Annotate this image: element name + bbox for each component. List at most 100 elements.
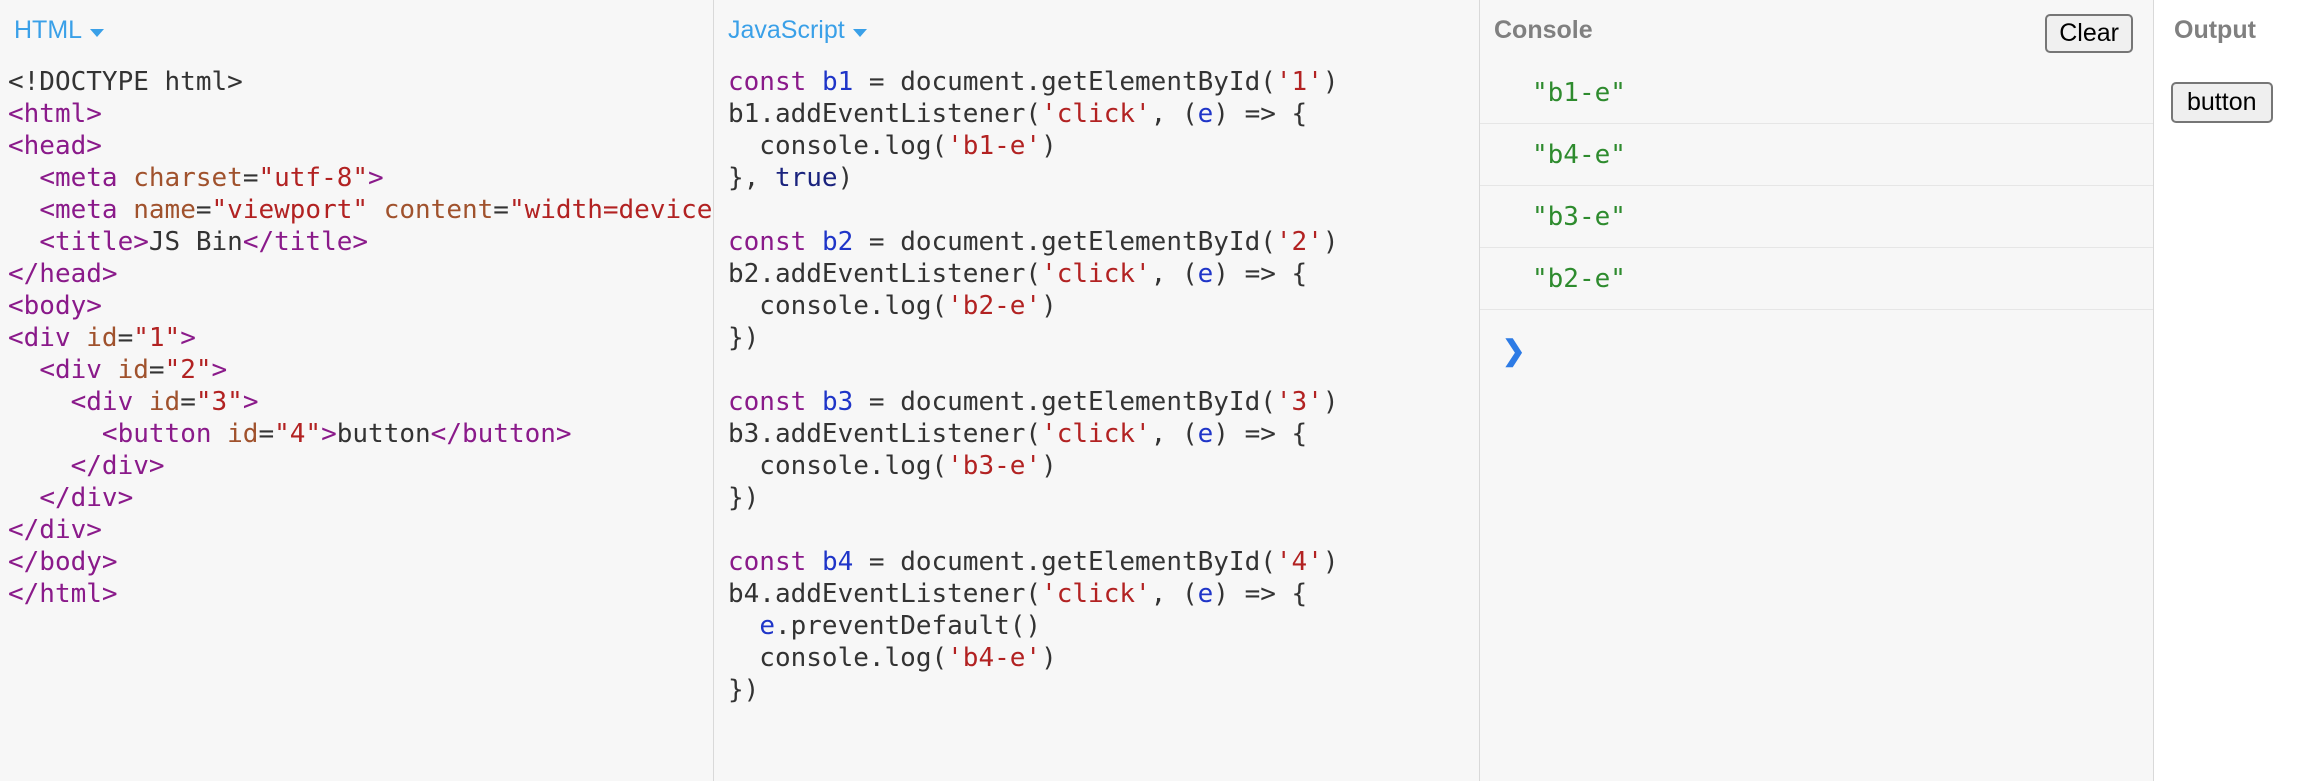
code-token: , ( — [1150, 99, 1198, 129]
code-token: '4' — [1275, 547, 1323, 577]
code-token: b4 — [821, 547, 854, 577]
code-token: console.log( — [728, 291, 948, 321]
javascript-code-editor[interactable]: const b1 = document.getElementById('1') b… — [728, 66, 1339, 706]
code-token: <title> — [39, 227, 149, 257]
code-line: <body> — [8, 290, 713, 322]
code-token: , ( — [1150, 419, 1198, 449]
console-log-entry: "b4-e" — [1480, 124, 2153, 186]
console-log-list: "b1-e" "b4-e" "b3-e" "b2-e" — [1480, 62, 2153, 310]
code-token: }) — [728, 483, 760, 513]
code-token: <html> — [8, 99, 102, 129]
code-token: ) — [1041, 451, 1057, 481]
code-token: = — [258, 419, 275, 449]
console-log-entry: "b1-e" — [1480, 62, 2153, 124]
code-token: JS Bin — [148, 227, 243, 257]
code-token: </body> — [8, 547, 118, 577]
code-token: <div — [8, 323, 87, 353]
code-line: <meta charset="utf-8"> — [8, 162, 713, 194]
code-token: id — [148, 387, 181, 417]
code-line: const b4 = document.getElementById('4') — [728, 546, 1339, 578]
jsbin-app: HTML <!DOCTYPE html> <html> <head> <meta c… — [0, 0, 2303, 781]
code-token: > — [211, 355, 228, 385]
code-token: = — [195, 195, 212, 225]
code-token: console.log( — [728, 643, 948, 673]
output-button[interactable]: button — [2171, 82, 2273, 123]
code-line: <div id="1"> — [8, 322, 713, 354]
code-token: '3' — [1275, 387, 1323, 417]
code-token: </button> — [430, 419, 572, 449]
code-line: <head> — [8, 130, 713, 162]
html-panel-tab[interactable]: HTML — [14, 16, 105, 45]
code-token: ) — [1322, 387, 1339, 417]
code-token: b4.addEventListener( — [728, 579, 1042, 609]
code-token: b1 — [821, 67, 854, 97]
code-token: <meta — [39, 195, 134, 225]
code-token: > — [321, 419, 337, 449]
code-token: <div — [39, 355, 118, 385]
code-token: 'b1-e' — [947, 131, 1042, 161]
code-token: '1' — [1275, 67, 1323, 97]
code-line: console.log('b3-e') — [728, 450, 1339, 482]
code-token: ) — [1041, 131, 1057, 161]
code-token: e — [1197, 419, 1214, 449]
code-token: b2.addEventListener( — [728, 259, 1042, 289]
code-token: '2' — [1275, 227, 1323, 257]
code-line: b3.addEventListener('click', (e) => { — [728, 418, 1339, 450]
code-token: = — [117, 323, 134, 353]
code-token: </html> — [8, 579, 118, 609]
code-token: const — [728, 387, 807, 417]
code-token: </div> — [8, 515, 102, 545]
chevron-down-icon — [90, 28, 105, 37]
code-line: <div id="2"> — [8, 354, 713, 386]
code-token: id — [117, 355, 149, 385]
code-token: ) — [837, 163, 854, 193]
code-token: , ( — [1150, 579, 1198, 609]
html-panel-label: HTML — [14, 16, 83, 44]
chevron-right-icon[interactable]: ❯ — [1502, 334, 1525, 367]
code-token: id — [86, 323, 118, 353]
code-token: 'b2-e' — [947, 291, 1042, 321]
code-token: = — [242, 163, 259, 193]
code-token: ) — [1322, 67, 1339, 97]
code-token: 'b3-e' — [947, 451, 1042, 481]
code-token: e — [1197, 579, 1214, 609]
code-token: <body> — [8, 291, 102, 321]
code-token: "viewport" — [211, 195, 369, 225]
code-token: = document.getElementById( — [853, 67, 1276, 97]
code-line: <title>JS Bin</title> — [8, 226, 713, 258]
code-token: }) — [728, 323, 760, 353]
code-token: <!DOCTYPE html> — [8, 67, 243, 97]
code-line: </div> — [8, 450, 713, 482]
code-token: "1" — [133, 323, 181, 353]
code-token: }, — [728, 163, 775, 193]
console-log-entry: "b2-e" — [1480, 248, 2153, 310]
code-line: console.log('b1-e') — [728, 130, 1339, 162]
code-token: e — [1197, 259, 1214, 289]
code-token: const — [728, 547, 807, 577]
code-line: <meta name="viewport" content="width=dev… — [8, 194, 713, 226]
code-token: > — [180, 323, 196, 353]
code-token: e — [1197, 99, 1214, 129]
code-token: 'click' — [1041, 579, 1151, 609]
code-token: ) => { — [1213, 579, 1308, 609]
code-token: }) — [728, 675, 760, 705]
code-token: .preventDefault() — [774, 611, 1042, 641]
console-log-entry: "b3-e" — [1480, 186, 2153, 248]
code-token: name — [133, 195, 196, 225]
code-token: = — [180, 387, 196, 417]
code-token: ) — [1322, 547, 1339, 577]
javascript-panel-tab[interactable]: JavaScript — [728, 16, 867, 45]
code-line: <div id="3"> — [8, 386, 713, 418]
code-token: = document.getElementById( — [853, 387, 1276, 417]
html-code-editor[interactable]: <!DOCTYPE html> <html> <head> <meta charse… — [8, 66, 713, 610]
javascript-panel: JavaScript const b1 = document.getElemen… — [714, 0, 1480, 781]
html-panel: HTML <!DOCTYPE html> <html> <head> <meta c… — [0, 0, 714, 781]
clear-console-button[interactable]: Clear — [2045, 14, 2133, 53]
